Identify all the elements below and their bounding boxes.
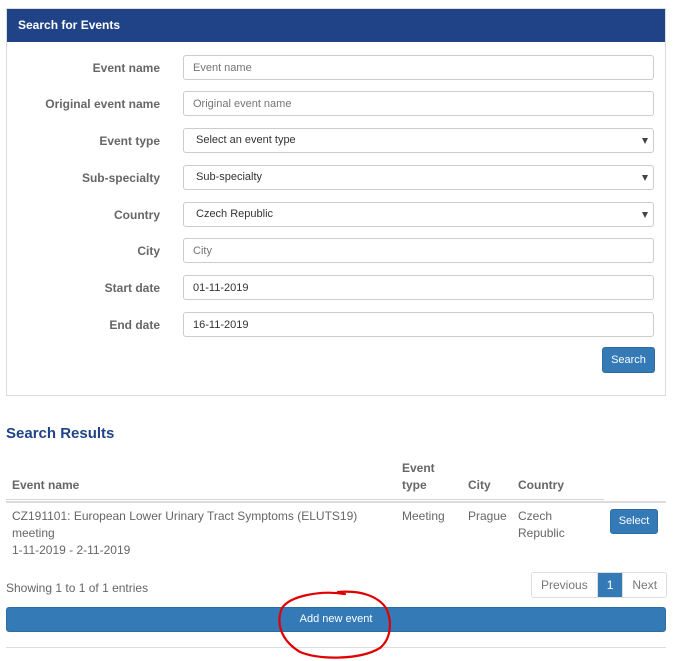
select-button[interactable]: Select <box>610 509 658 534</box>
search-button[interactable]: Search <box>602 347 655 373</box>
page-1-button[interactable]: 1 <box>596 573 623 597</box>
event-name-cell: CZ191101: European Lower Urinary Tract S… <box>12 508 357 559</box>
event-name-input[interactable] <box>183 55 654 80</box>
end-date-input[interactable] <box>183 312 654 337</box>
next-page-button[interactable]: Next <box>622 573 667 597</box>
event-type-row: Event type Select an event type <box>7 128 665 154</box>
sub-specialty-label: Sub-specialty <box>81 171 160 185</box>
event-type-label: Event type <box>99 134 160 148</box>
sub-specialty-value: Sub-specialty <box>196 171 263 183</box>
event-name-label: Event name <box>92 61 160 75</box>
end-date-label: End date <box>109 318 160 332</box>
start-date-row: Start date <box>7 275 665 301</box>
pagination: Previous 1 Next <box>531 572 668 598</box>
original-event-name-input[interactable] <box>183 91 654 116</box>
event-type-value: Select an event type <box>196 134 296 146</box>
sub-specialty-row: Sub-specialty Sub-specialty <box>7 165 665 191</box>
previous-page-button[interactable]: Previous <box>532 573 597 597</box>
column-header-event-type[interactable]: Event type <box>402 460 435 494</box>
caret-down-icon <box>642 138 648 144</box>
original-event-name-label: Original event name <box>45 97 160 111</box>
search-results-title: Search Results <box>6 425 115 442</box>
caret-down-icon <box>642 212 648 218</box>
event-name-text-cont: meeting <box>12 526 55 540</box>
showing-entries-info: Showing 1 to 1 of 1 entries <box>6 581 149 595</box>
column-header-event-name[interactable]: Event name <box>12 477 79 494</box>
column-header-country[interactable]: Country <box>518 477 564 494</box>
panel-title: Search for Events <box>7 9 665 42</box>
event-name-row: Event name <box>7 55 665 81</box>
city-input[interactable] <box>183 238 654 263</box>
country-cell: Czech Republic <box>518 508 565 542</box>
start-date-label: Start date <box>104 281 160 295</box>
end-date-row: End date <box>7 312 665 338</box>
sub-specialty-select[interactable]: Sub-specialty <box>183 165 654 190</box>
country-value: Czech Republic <box>196 208 274 220</box>
event-name-text: CZ191101: European Lower Urinary Tract S… <box>12 509 358 523</box>
column-header-event-type-line2: type <box>402 478 427 492</box>
event-type-select[interactable]: Select an event type <box>183 128 654 153</box>
table-header-divider <box>6 501 666 503</box>
start-date-input[interactable] <box>183 275 654 300</box>
table-header-divider <box>6 499 604 500</box>
city-row: City <box>7 238 665 264</box>
caret-down-icon <box>642 175 648 181</box>
event-type-cell: Meeting <box>402 509 445 523</box>
city-label: City <box>137 244 160 258</box>
country-text-line2: Republic <box>518 526 565 540</box>
add-new-event-button[interactable]: Add new event <box>6 607 666 632</box>
country-select[interactable]: Czech Republic <box>183 202 654 227</box>
country-label: Country <box>114 208 160 222</box>
original-event-name-row: Original event name <box>7 91 665 117</box>
footer-divider <box>6 647 666 648</box>
city-cell: Prague <box>468 509 507 523</box>
column-header-event-type-line1: Event <box>402 461 435 475</box>
search-events-panel: Search for Events Event name Original ev… <box>6 8 666 396</box>
country-row: Country Czech Republic <box>7 202 665 228</box>
country-text-line1: Czech <box>518 509 553 523</box>
column-header-city[interactable]: City <box>468 477 491 494</box>
event-dates: 1-11-2019 - 2-11-2019 <box>12 543 131 557</box>
